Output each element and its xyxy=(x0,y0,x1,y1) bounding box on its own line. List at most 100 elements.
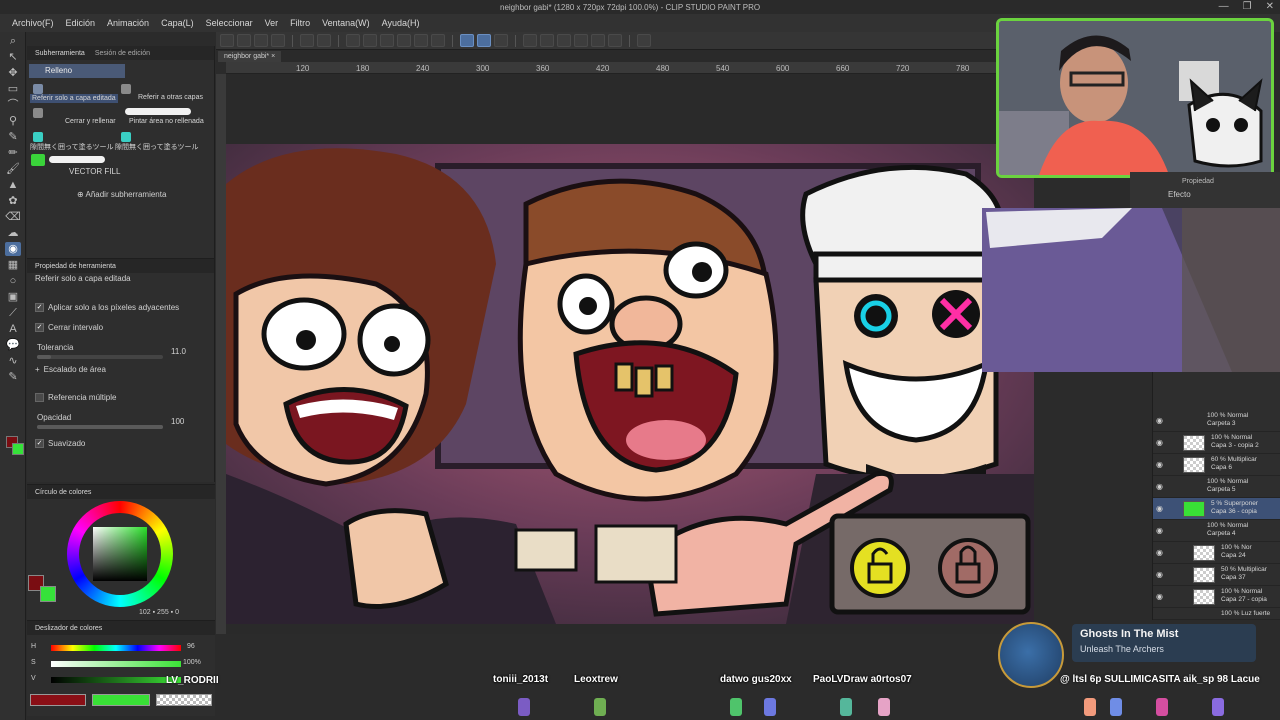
help-button[interactable] xyxy=(523,34,537,47)
subtool-vector-fill[interactable]: VECTOR FILL xyxy=(69,167,120,176)
opacity-value[interactable]: 100 xyxy=(171,417,184,426)
new-file-button[interactable] xyxy=(220,34,234,47)
close-gap-row[interactable]: ✓ Cerrar intervalo xyxy=(35,323,103,332)
fill-button[interactable] xyxy=(380,34,394,47)
adjacent-checkbox[interactable]: ✓ xyxy=(35,303,44,312)
gradient-tool-icon[interactable]: ▦ xyxy=(5,258,21,272)
close-gap-checkbox[interactable]: ✓ xyxy=(35,323,44,332)
fit-view-button[interactable] xyxy=(557,34,571,47)
menu-filter[interactable]: Filtro xyxy=(284,18,316,28)
sub-color-swatch[interactable] xyxy=(40,586,56,602)
expand-icon[interactable]: + xyxy=(35,365,40,374)
smoothing-row[interactable]: ✓ Suavizado xyxy=(35,439,85,448)
eyedropper-tool-icon[interactable]: ⚲ xyxy=(5,114,21,128)
zoom-tool-icon[interactable]: ⌕ xyxy=(5,34,21,48)
menu-view[interactable]: Ver xyxy=(259,18,285,28)
color-sample-icon[interactable]: ✎ xyxy=(5,370,21,384)
value-slider[interactable] xyxy=(51,677,181,683)
subtool-refer-other-layers[interactable]: Referir a otras capas xyxy=(138,94,203,101)
visibility-eye-icon[interactable]: ◉ xyxy=(1156,416,1166,425)
subtool-gap-fill-1[interactable]: 隙間無く囲って塗るツール xyxy=(30,142,114,152)
operation-tool-icon[interactable]: ↖ xyxy=(5,50,21,64)
visibility-eye-icon[interactable]: ◉ xyxy=(1156,526,1166,535)
blend-tool-icon[interactable]: ☁ xyxy=(5,226,21,240)
pencil-tool-icon[interactable]: ✏ xyxy=(5,146,21,160)
pen-tool-icon[interactable]: ✎ xyxy=(5,130,21,144)
tab-edit-session[interactable]: Sesión de edición xyxy=(95,50,150,57)
rotate-view-button[interactable] xyxy=(574,34,588,47)
maximize-button[interactable]: ❐ xyxy=(1243,1,1252,12)
tolerance-slider[interactable] xyxy=(37,355,163,359)
visibility-eye-icon[interactable]: ◉ xyxy=(1156,504,1166,513)
visibility-eye-icon[interactable]: ◉ xyxy=(1156,482,1166,491)
layer-row-selected[interactable]: ◉ 5 % Superponer Capa 36 - copia xyxy=(1153,498,1280,520)
balloon-tool-icon[interactable]: 💬 xyxy=(5,338,21,352)
menu-select[interactable]: Seleccionar xyxy=(200,18,259,28)
deselect-button[interactable] xyxy=(414,34,428,47)
subtool-paint-unfilled[interactable]: Pintar área no rellenada xyxy=(129,118,204,125)
hue-value[interactable]: 96 xyxy=(187,643,195,650)
snap-grid-button[interactable] xyxy=(494,34,508,47)
subtool-group-fill[interactable]: Relleno xyxy=(29,64,125,78)
multi-ref-row[interactable]: Referencia múltiple xyxy=(35,393,116,402)
record-button[interactable] xyxy=(608,34,622,47)
layer-row[interactable]: ◉ 100 % Normal Capa 27 - copia xyxy=(1153,586,1280,608)
undo-button[interactable] xyxy=(300,34,314,47)
smoothing-checkbox[interactable]: ✓ xyxy=(35,439,44,448)
menu-help[interactable]: Ayuda(H) xyxy=(376,18,426,28)
ruler-tool-icon[interactable]: ⟋ xyxy=(5,306,21,320)
adjacent-pixels-row[interactable]: ✓ Aplicar solo a los píxeles adyacentes xyxy=(35,303,179,312)
tab-subtool[interactable]: Subherramienta xyxy=(35,50,85,57)
color-history-red[interactable] xyxy=(30,694,86,706)
opacity-slider[interactable] xyxy=(37,425,163,429)
area-scale-row[interactable]: + Escalado de área xyxy=(35,365,106,374)
brush-tool-icon[interactable]: 🖌 xyxy=(5,162,21,176)
redo-button[interactable] xyxy=(317,34,331,47)
export-button[interactable] xyxy=(271,34,285,47)
saturation-value-square[interactable] xyxy=(93,527,147,581)
layer-row[interactable]: ◉ 100 % Normal Carpeta 4 xyxy=(1153,520,1280,542)
save-button[interactable] xyxy=(254,34,268,47)
minimize-button[interactable]: — xyxy=(1219,1,1229,12)
text-tool-icon[interactable]: A xyxy=(5,322,21,336)
menu-file[interactable]: Archivo(F) xyxy=(6,18,60,28)
clear-button[interactable] xyxy=(363,34,377,47)
add-subtool-button[interactable]: ⊕ Añadir subherramienta xyxy=(77,190,166,199)
menu-toggle-button[interactable] xyxy=(637,34,651,47)
loading-icon[interactable] xyxy=(346,34,360,47)
visibility-eye-icon[interactable]: ◉ xyxy=(1156,460,1166,469)
saturation-slider[interactable] xyxy=(51,661,181,667)
snap-ruler-button[interactable] xyxy=(460,34,474,47)
menu-edit[interactable]: Edición xyxy=(60,18,102,28)
airbrush-tool-icon[interactable]: ▲ xyxy=(5,178,21,192)
eraser-tool-icon[interactable]: ⌫ xyxy=(5,210,21,224)
document-tab[interactable]: neighbor gabi* × xyxy=(218,51,282,62)
visibility-eye-icon[interactable]: ◉ xyxy=(1156,592,1166,601)
close-button[interactable]: ✕ xyxy=(1266,1,1274,12)
settings-button[interactable] xyxy=(540,34,554,47)
subtool-refer-editing-layer[interactable]: Referir solo a capa editada xyxy=(30,94,118,103)
visibility-eye-icon[interactable]: ◉ xyxy=(1156,548,1166,557)
move-tool-icon[interactable]: ✥ xyxy=(5,66,21,80)
figure-tool-icon[interactable]: ○ xyxy=(5,274,21,288)
property-tab[interactable]: Propiedad xyxy=(1182,178,1214,185)
menu-layer[interactable]: Capa(L) xyxy=(155,18,200,28)
menu-window[interactable]: Ventana(W) xyxy=(316,18,376,28)
color-history-transparent[interactable] xyxy=(156,694,212,706)
layer-row[interactable]: ◉ 100 % Normal Capa 3 - copia 2 xyxy=(1153,432,1280,454)
visibility-eye-icon[interactable]: ◉ xyxy=(1156,438,1166,447)
hue-slider[interactable] xyxy=(51,645,181,651)
layer-row[interactable]: ◉ 60 % Multiplicar Capa 6 xyxy=(1153,454,1280,476)
flip-view-button[interactable] xyxy=(591,34,605,47)
layer-row[interactable]: ◉ 100 % Normal Carpeta 3 xyxy=(1153,410,1280,432)
decoration-tool-icon[interactable]: ✿ xyxy=(5,194,21,208)
selection-tool-icon[interactable]: ▭ xyxy=(5,82,21,96)
correct-line-tool-icon[interactable]: ∿ xyxy=(5,354,21,368)
canvas-artwork[interactable] xyxy=(226,144,1034,624)
multi-ref-checkbox[interactable] xyxy=(35,393,44,402)
color-history-green[interactable] xyxy=(92,694,150,706)
tolerance-value[interactable]: 11.0 xyxy=(171,347,186,356)
fill-tool-icon[interactable]: ◉ xyxy=(5,242,21,256)
snap-special-ruler-button[interactable] xyxy=(477,34,491,47)
layer-row[interactable]: ◉ 100 % Nor Capa 24 xyxy=(1153,542,1280,564)
